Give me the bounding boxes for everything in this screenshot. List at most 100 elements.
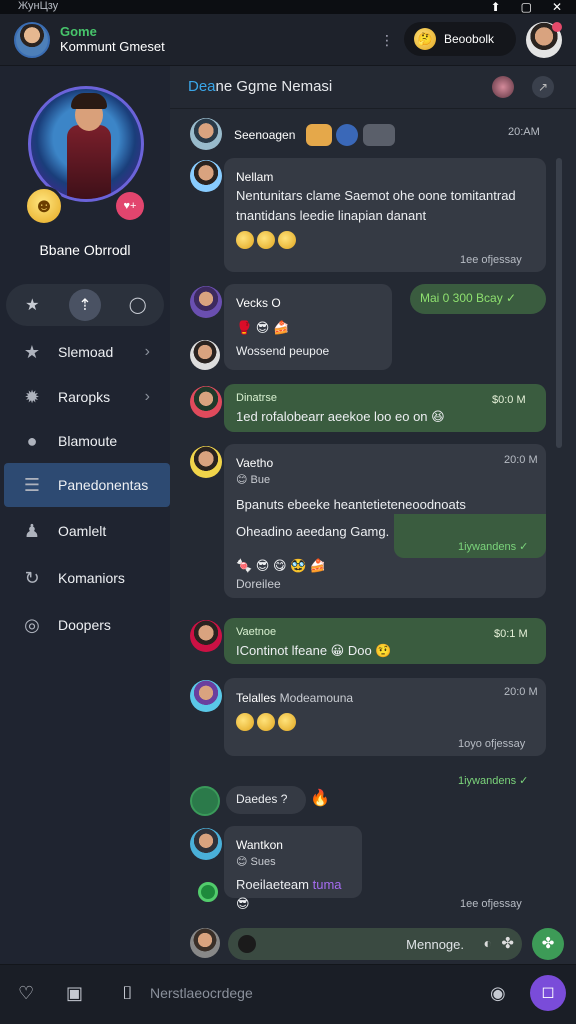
message-sender: Vecks O: [236, 296, 281, 310]
message-bubble: Vecks O 🥊 😎 🍰 Wossend peupoe: [224, 284, 392, 370]
sidebar-item-label: Slemoad: [58, 344, 114, 360]
app-subtitle: Kommunt Gmeset: [60, 39, 165, 54]
app-name: Gome: [60, 24, 97, 39]
message-subtitle: 😊 Sues: [236, 856, 276, 868]
message-bubble: Vaetnoe IContinot lfeane 😀 Doo 🤨: [224, 618, 546, 664]
avatar[interactable]: [190, 286, 222, 318]
message-bubble: Wantkon 😊 Sues Roeilaeteam tuma 😎: [224, 826, 362, 911]
bottom-bar: ♡ ▣ ⌷ Nerstlaeocrdege ◉ ◻: [0, 964, 576, 1024]
composer-avatar[interactable]: [190, 928, 220, 958]
message-status: 1iywandens ✓: [458, 775, 529, 787]
kebab-menu-icon[interactable]: ⋮: [380, 32, 394, 49]
puzzle-icon: ✹: [24, 386, 40, 407]
avatar[interactable]: [190, 786, 220, 816]
sidebar-item-komaniors[interactable]: ↻ Komaniors: [4, 556, 170, 600]
chevron-right-icon: ›: [144, 343, 150, 360]
heart-badge[interactable]: ♥+: [116, 192, 144, 220]
avatar[interactable]: [190, 118, 222, 150]
message-sender: Dinatrse: [236, 392, 277, 404]
sidebar-item-blamoute[interactable]: ● Blamoute: [4, 419, 170, 463]
window-icon[interactable]: ▢: [521, 0, 532, 14]
composer: Mennoge. ◐ ✤ ✤: [170, 924, 576, 964]
message-status: 1iywandens ✓: [458, 541, 529, 553]
status-time: ЖунЦзу: [18, 0, 59, 12]
sidebar-item-label: Komaniors: [58, 570, 125, 586]
message-text: 1ed rofalobearr aeekoe loo eo on 😆: [236, 408, 445, 424]
message-time: $0:0 M: [492, 394, 526, 406]
message-bubble: Daedes ?: [226, 786, 306, 814]
sidebar-item-label: Panedonentas: [58, 477, 149, 493]
attachment-icon[interactable]: [238, 935, 256, 953]
sidebar-item-oamlelt[interactable]: ♟ Oamlelt: [4, 509, 170, 553]
emoji-row: 🍬 😎 😋 🥸 🍰: [236, 557, 327, 573]
smile-badge-icon: ☻: [24, 186, 64, 226]
location-icon[interactable]: ◉: [490, 983, 506, 1004]
avatar[interactable]: [190, 446, 222, 478]
my-avatar[interactable]: [14, 22, 50, 58]
person-icon: ♟: [23, 520, 41, 541]
message-sender: Telalles: [236, 691, 277, 705]
reaction-chip[interactable]: [306, 124, 332, 146]
message-input-placeholder: Mennoge.: [406, 936, 464, 952]
sticker-icon[interactable]: ✤: [501, 934, 514, 952]
channel-avatar-icon[interactable]: [492, 76, 514, 98]
message-sender: Vaetnoe: [236, 626, 277, 638]
message-time: 20:0 M: [504, 454, 538, 466]
scrollbar[interactable]: [556, 158, 562, 448]
send-button[interactable]: ✤: [532, 928, 564, 960]
message-status: 1oyo ofjessay: [458, 738, 526, 750]
pin-tab-icon[interactable]: ⇡: [68, 289, 101, 321]
share-icon[interactable]: ↗: [532, 76, 554, 98]
reaction-chip[interactable]: [362, 124, 395, 146]
star-icon: ★: [23, 341, 41, 362]
message-text: tnantidans leedie linapian danant: [236, 207, 427, 223]
avatar[interactable]: [190, 620, 222, 652]
message-mention[interactable]: tuma: [313, 877, 342, 892]
status-pill-label: Beoobolk: [444, 32, 495, 46]
emoji-picker-icon[interactable]: ◐: [484, 935, 492, 951]
sidebar: ☻ ♥+ Bbane Obrrodl ★ ⇡ ◯ ★ Slemoad › ✹ R…: [0, 66, 170, 964]
avatar[interactable]: [190, 160, 222, 192]
message-text: Roeilaeteam: [236, 876, 309, 892]
chat-tab-icon[interactable]: ◯: [122, 289, 154, 321]
status-chip[interactable]: Mai 0 300 Bcay ✓: [410, 284, 546, 314]
message-status: 1ee ofjessay: [460, 898, 522, 910]
hero-avatar[interactable]: [28, 86, 144, 202]
message-footer: Doreilee: [236, 577, 281, 591]
message-bubble: Dinatrse 1ed rofalobearr aeekoe loo eo o…: [224, 384, 546, 432]
compose-button[interactable]: ◻: [530, 975, 566, 1011]
avatar[interactable]: [190, 340, 220, 370]
shield-icon[interactable]: ♡: [18, 983, 34, 1004]
sidebar-item-panedonentas[interactable]: ☰ Panedonentas: [4, 463, 170, 507]
thinking-emoji-icon: 🤔: [414, 28, 436, 50]
online-indicator: [198, 882, 218, 902]
avatar[interactable]: [190, 680, 222, 712]
emoji-row: 🥊 😎 🍰: [236, 320, 290, 335]
status-pill-button[interactable]: 🤔 Beoobolk: [404, 22, 516, 56]
bookmark-icon[interactable]: ⌷: [122, 983, 133, 1004]
avatar[interactable]: [190, 828, 222, 860]
reaction-chips: [306, 124, 395, 146]
close-icon[interactable]: ✕: [552, 0, 562, 14]
sidebar-item-label: Raropks: [58, 389, 111, 405]
profile-name: Bbane Obrrodl: [39, 242, 131, 258]
avatar[interactable]: [190, 386, 222, 418]
star-tab-icon[interactable]: ★: [16, 289, 48, 321]
fire-icon: 🔥: [310, 790, 330, 807]
list-icon: ☰: [23, 474, 41, 495]
camera-icon[interactable]: ▣: [66, 983, 83, 1004]
sidebar-item-doopers[interactable]: ◎ Doopers: [4, 603, 170, 647]
message-time: $0:1 M: [494, 628, 528, 640]
message-sender: Seenoagen: [234, 128, 296, 142]
bottom-search-text[interactable]: Nerstlaeocrdege: [150, 985, 253, 1001]
sidebar-item-raropks[interactable]: ✹ Raropks ›: [4, 375, 170, 419]
reaction-chip[interactable]: [336, 124, 359, 146]
message-sender: Nellam: [236, 170, 274, 184]
message-input[interactable]: Mennoge. ◐ ✤: [228, 928, 522, 960]
emoji-row: [236, 229, 534, 249]
message-text: Nentunitars clame Saemot ohe oone tomita…: [236, 188, 516, 203]
message-time: 20:0 M: [504, 686, 538, 698]
sidebar-item-slemoad[interactable]: ★ Slemoad ›: [4, 330, 170, 374]
message-time: 20:AM: [508, 126, 540, 138]
message-text: Wossend peupoe: [236, 343, 330, 358]
